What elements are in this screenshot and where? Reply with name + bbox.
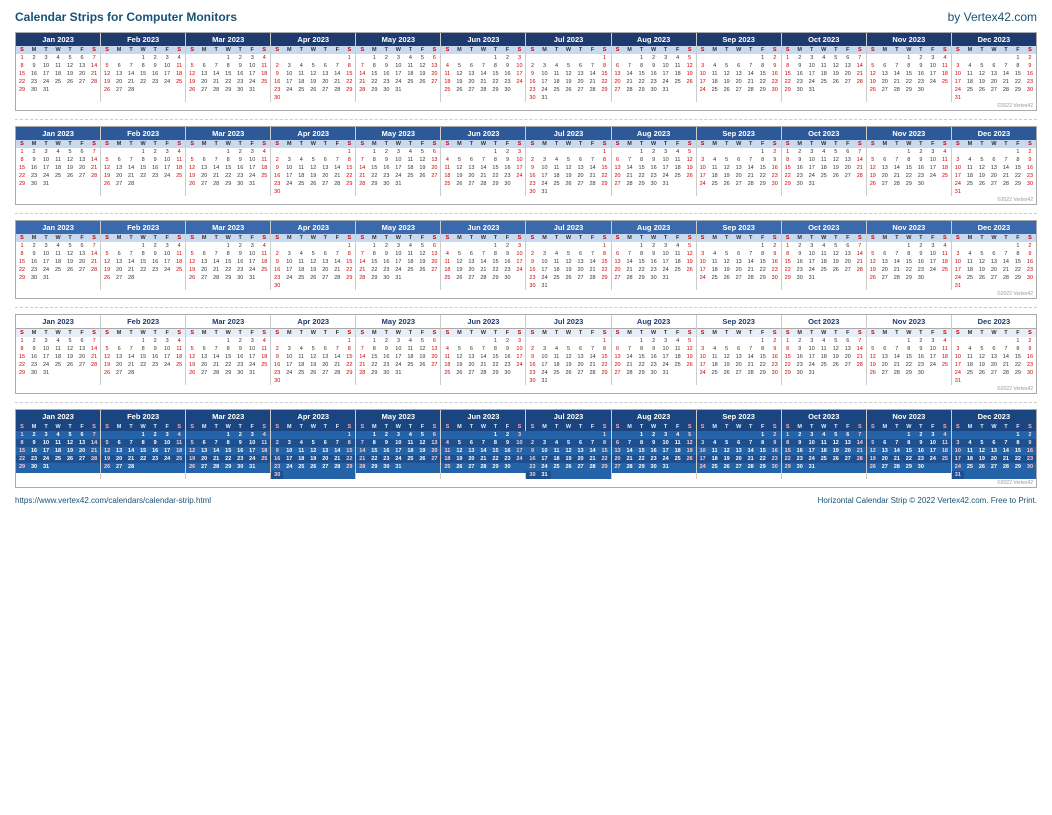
calendar-strip-outline: Jan 2023SMTWTFS1234567891011121314151617…: [15, 314, 1037, 394]
footer-copyright: Horizontal Calendar Strip © 2022 Vertex4…: [818, 496, 1037, 505]
page-brand: by Vertex42.com: [948, 10, 1037, 24]
strip-copyright: ©2022 Vertex42: [997, 291, 1033, 297]
page-footer: https://www.vertex42.com/calendars/calen…: [15, 496, 1037, 505]
strip-copyright: ©2022 Vertex42: [997, 480, 1033, 486]
page-header: Calendar Strips for Computer Monitors by…: [15, 10, 1037, 24]
calendar-strip-light: Jan 2023SMTWTFS1234567891011121314151617…: [15, 220, 1037, 299]
page-title: Calendar Strips for Computer Monitors: [15, 10, 237, 24]
strip-copyright: ©2022 Vertex42: [997, 103, 1033, 109]
calendar-strip-medium: Jan 2023SMTWTFS1234567891011121314151617…: [15, 126, 1037, 205]
calendar-strip-dark: Jan 2023SMTWTFS1234567891011121314151617…: [15, 32, 1037, 111]
strip-copyright: ©2022 Vertex42: [997, 197, 1033, 203]
footer-url: https://www.vertex42.com/calendars/calen…: [15, 496, 211, 505]
calendar-strip-blue: Jan 2023SMTWTFS1234567891011121314151617…: [15, 409, 1037, 488]
strip-copyright: ©2022 Vertex42: [997, 386, 1033, 392]
